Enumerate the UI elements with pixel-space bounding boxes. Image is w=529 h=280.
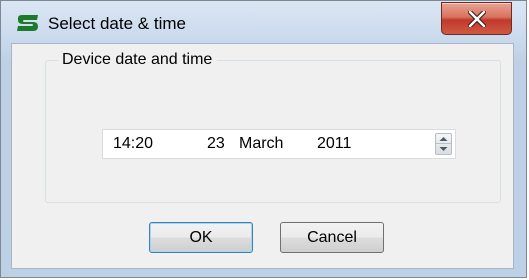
month-segment[interactable]: March <box>239 135 283 153</box>
title-bar[interactable]: Select date & time <box>1 1 526 43</box>
window-title: Select date & time <box>48 14 186 33</box>
device-datetime-group: Device date and time 14:20 23 March 2011 <box>45 51 501 203</box>
app-s-logo-icon <box>15 13 41 33</box>
datetime-spinner[interactable] <box>435 133 452 155</box>
close-x-icon <box>468 11 486 27</box>
day-segment[interactable]: 23 <box>207 135 225 153</box>
dialog-body: Device date and time 14:20 23 March 2011 <box>11 43 514 269</box>
cancel-button[interactable]: Cancel <box>280 222 384 253</box>
datetime-picker[interactable]: 14:20 23 March 2011 <box>102 129 456 159</box>
time-segment[interactable]: 14:20 <box>113 135 153 153</box>
dialog-window: Select date & time Device date and time … <box>0 0 527 278</box>
arrow-up-icon <box>439 137 448 141</box>
spin-up-button[interactable] <box>436 134 451 144</box>
year-segment[interactable]: 2011 <box>317 135 351 153</box>
spin-down-button[interactable] <box>436 144 451 154</box>
ok-button[interactable]: OK <box>149 222 253 253</box>
group-label: Device date and time <box>58 51 218 69</box>
close-button[interactable] <box>441 2 512 35</box>
arrow-down-icon <box>439 147 448 151</box>
